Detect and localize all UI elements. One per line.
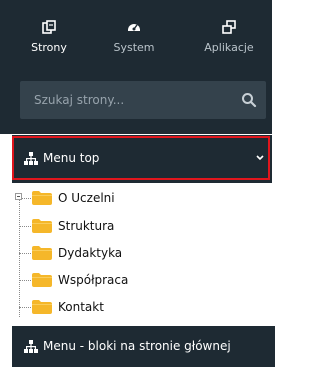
menu-header-top[interactable]: Menu top bbox=[12, 135, 272, 183]
tab-label: System bbox=[113, 41, 155, 54]
tree-node-label: Dydaktyka bbox=[58, 246, 123, 260]
tree-node-dydaktyka[interactable]: Dydaktyka bbox=[19, 241, 259, 265]
tree-node-label: O Uczelni bbox=[58, 191, 115, 205]
tree-node-wspolpraca[interactable]: Współpraca bbox=[19, 268, 259, 292]
tab-strony[interactable]: Strony bbox=[20, 0, 78, 72]
tree-connector bbox=[19, 279, 31, 281]
search-box bbox=[20, 81, 266, 119]
folder-icon bbox=[32, 246, 52, 260]
sitemap-icon bbox=[24, 152, 38, 165]
sitemap-icon bbox=[24, 340, 38, 353]
search-icon[interactable] bbox=[240, 91, 258, 109]
tab-label: Strony bbox=[31, 41, 67, 54]
dashboard-icon bbox=[128, 24, 140, 31]
menu-header-bloki[interactable]: Menu - bloki na stronie głównej bbox=[12, 326, 275, 367]
folder-icon bbox=[32, 219, 52, 233]
folder-icon bbox=[32, 273, 52, 287]
tab-system[interactable]: System bbox=[100, 0, 168, 72]
collapse-toggle[interactable] bbox=[15, 193, 22, 200]
search-input[interactable] bbox=[20, 81, 230, 119]
menu-header-label: Menu - bloki na stronie głównej bbox=[43, 339, 231, 353]
tree-node-label: Struktura bbox=[58, 219, 115, 233]
tree-connector bbox=[19, 252, 31, 254]
menu-tree: O Uczelni Struktura Dydaktyka Współpraca bbox=[0, 186, 275, 326]
folder-icon bbox=[32, 191, 52, 205]
windows-icon bbox=[222, 20, 236, 34]
tree-node-o-uczelni[interactable]: O Uczelni bbox=[15, 186, 259, 210]
tree-node-label: Współpraca bbox=[58, 273, 129, 287]
folder-icon bbox=[32, 300, 52, 314]
tree-node-kontakt[interactable]: Kontakt bbox=[19, 295, 259, 319]
chevron-down-icon[interactable] bbox=[256, 155, 264, 161]
tree-node-struktura[interactable]: Struktura bbox=[19, 214, 259, 238]
pages-icon bbox=[42, 20, 56, 34]
tab-label: Aplikacje bbox=[204, 41, 254, 54]
menu-header-label: Menu top bbox=[43, 151, 100, 165]
tree-connector bbox=[19, 306, 31, 308]
tab-aplikacje[interactable]: Aplikacje bbox=[193, 0, 265, 72]
tree-node-label: Kontakt bbox=[58, 300, 104, 314]
tree-connector bbox=[19, 225, 31, 227]
sidebar-panel: Strony System Aplikacje bbox=[0, 0, 272, 134]
sidebar-tabs: Strony System Aplikacje bbox=[0, 0, 272, 72]
